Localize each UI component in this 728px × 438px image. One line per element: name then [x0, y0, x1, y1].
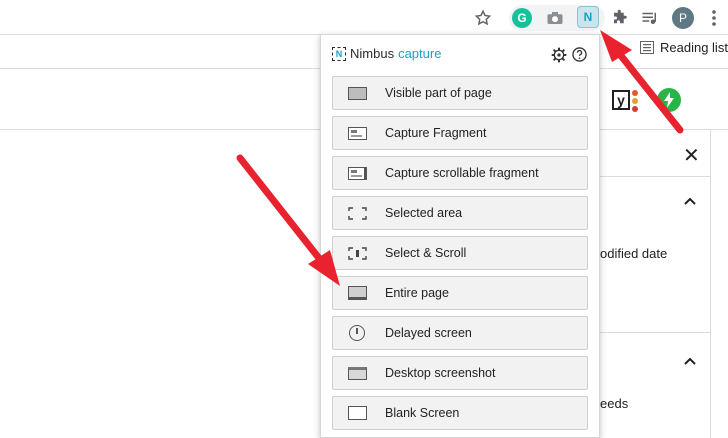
logo-suffix: capture — [398, 46, 442, 61]
visible-page-icon — [347, 86, 367, 100]
capture-scrollable-fragment-button[interactable]: Capture scrollable fragment — [332, 156, 588, 190]
delayed-screen-button[interactable]: Delayed screen — [332, 316, 588, 350]
panel-divider-2 — [600, 332, 710, 333]
reading-list-button[interactable]: Reading list — [640, 40, 728, 55]
menu-label: Select & Scroll — [385, 246, 467, 260]
desktop-icon — [347, 366, 367, 380]
media-queue-icon[interactable] — [638, 6, 662, 30]
menu-label: Delayed screen — [385, 326, 472, 340]
browser-toolbar: G N P — [0, 0, 728, 35]
blank-icon — [347, 406, 367, 420]
blank-screen-button[interactable]: Blank Screen — [332, 396, 588, 430]
reading-list-label: Reading list — [660, 40, 728, 55]
grammarly-icon[interactable]: G — [512, 8, 532, 28]
panel-divider-1 — [600, 176, 710, 177]
menu-label: Desktop screenshot — [385, 366, 496, 380]
menu-label: Blank Screen — [385, 406, 460, 420]
settings-gear-icon[interactable] — [551, 47, 567, 68]
visible-part-button[interactable]: Visible part of page — [332, 76, 588, 110]
menu-label: Entire page — [385, 286, 449, 300]
star-icon[interactable] — [471, 6, 495, 30]
fragment-icon — [347, 126, 367, 140]
bolt-icon[interactable] — [657, 88, 681, 112]
reading-list-icon — [640, 41, 654, 54]
menu-label: Capture Fragment — [385, 126, 487, 140]
chevron-up-icon-2[interactable] — [684, 352, 696, 368]
select-scroll-icon — [347, 246, 367, 260]
nimbus-logo: N Nimbus capture — [332, 46, 441, 61]
needs-text: eeds — [600, 396, 629, 411]
status-dot-yellow — [632, 98, 638, 104]
entire-page-button[interactable]: Entire page — [332, 276, 588, 310]
select-scroll-button[interactable]: Select & Scroll — [332, 236, 588, 270]
chevron-up-icon[interactable] — [684, 192, 696, 208]
menu-label: Visible part of page — [385, 86, 492, 100]
camera-icon[interactable] — [543, 6, 567, 30]
scroll-fragment-icon — [347, 166, 367, 180]
selected-area-button[interactable]: Selected area — [332, 196, 588, 230]
status-dot-orange — [632, 90, 638, 96]
modified-date-text: odified date — [600, 246, 668, 261]
nimbus-logo-icon: N — [332, 46, 346, 61]
entire-page-icon — [347, 286, 367, 300]
menu-label: Selected area — [385, 206, 463, 220]
logo-name: Nimbus — [350, 46, 395, 61]
panel-edge — [710, 129, 711, 438]
timer-icon — [347, 325, 367, 341]
nimbus-popup: N Nimbus capture Visible part of page Cap… — [320, 34, 600, 438]
profile-avatar[interactable]: P — [672, 7, 694, 29]
close-icon[interactable]: ✕ — [683, 143, 700, 168]
desktop-screenshot-button[interactable]: Desktop screenshot — [332, 356, 588, 390]
help-icon[interactable] — [572, 47, 587, 67]
status-dot-red — [632, 106, 638, 112]
menu-label: Capture scrollable fragment — [385, 166, 539, 180]
yoast-icon[interactable]: y — [612, 90, 630, 110]
popup-header: N Nimbus capture — [321, 35, 599, 73]
puzzle-icon[interactable] — [608, 6, 632, 30]
selected-area-icon — [347, 206, 367, 220]
capture-fragment-button[interactable]: Capture Fragment — [332, 116, 588, 150]
more-vert-icon[interactable] — [702, 6, 726, 30]
nimbus-icon[interactable]: N — [577, 6, 599, 28]
